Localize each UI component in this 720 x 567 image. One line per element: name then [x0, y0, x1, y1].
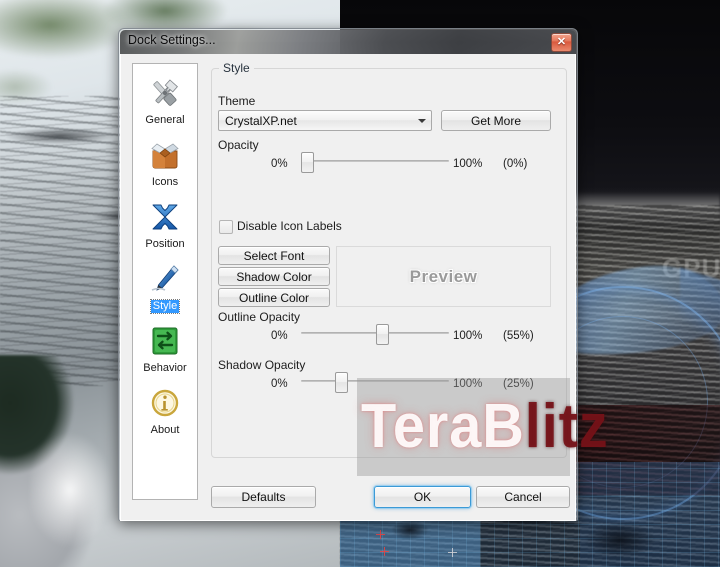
- opacity-value-label: (0%): [503, 158, 528, 170]
- ok-button[interactable]: OK: [374, 486, 471, 508]
- checkbox-box[interactable]: [219, 220, 233, 234]
- shadow-opacity-max-label: 100%: [453, 378, 483, 390]
- outline-opacity-min-label: 0%: [271, 330, 288, 342]
- opacity-max-label: 100%: [453, 158, 483, 170]
- shadow-opacity-value-label: (25%): [503, 378, 534, 390]
- get-more-label: Get More: [470, 113, 521, 128]
- map-marker-icon: [380, 547, 389, 556]
- settings-sidebar: General Icons Position Style Behavior Ab…: [132, 63, 198, 500]
- sidebar-item-behavior[interactable]: Behavior: [133, 324, 197, 376]
- style-group-title: Style: [219, 61, 254, 75]
- preview-text: Preview: [409, 266, 478, 286]
- shadow-color-label: Shadow Color: [236, 269, 312, 284]
- shadow-opacity-label: Shadow Opacity: [218, 358, 306, 372]
- font-preview-box: Preview: [336, 246, 551, 307]
- map-marker-icon: [376, 530, 385, 539]
- theme-label: Theme: [218, 94, 256, 108]
- theme-select[interactable]: CrystalXP.net: [218, 110, 432, 131]
- outline-color-label: Outline Color: [238, 290, 310, 305]
- tools-icon: [133, 76, 197, 110]
- shadow-opacity-slider-track[interactable]: [301, 380, 449, 382]
- sidebar-item-about[interactable]: About: [133, 386, 197, 438]
- opacity-slider[interactable]: [301, 150, 449, 173]
- defaults-button[interactable]: Defaults: [211, 486, 316, 508]
- sidebar-item-label: Style: [149, 299, 181, 314]
- dialog-title: Dock Settings...: [128, 33, 216, 47]
- dialog-titlebar[interactable]: Dock Settings... ✕: [120, 30, 576, 54]
- sidebar-item-position[interactable]: Position: [133, 200, 197, 252]
- opacity-min-label: 0%: [271, 158, 288, 170]
- disable-icon-labels-label: Disable Icon Labels: [237, 219, 342, 233]
- info-icon: [133, 386, 197, 420]
- select-font-button[interactable]: Select Font: [218, 246, 330, 265]
- defaults-label: Defaults: [241, 490, 286, 504]
- shadow-color-button[interactable]: Shadow Color: [218, 267, 330, 286]
- ok-label: OK: [413, 490, 432, 504]
- opacity-label: Opacity: [218, 138, 259, 152]
- move-arrows-icon: [133, 200, 197, 234]
- sidebar-item-style[interactable]: Style: [133, 262, 197, 314]
- outline-opacity-slider-thumb[interactable]: [376, 324, 389, 345]
- dock-settings-dialog: Dock Settings... ✕ General Icons Positio…: [118, 28, 578, 521]
- opacity-slider-track[interactable]: [301, 160, 449, 162]
- outline-opacity-value-label: (55%): [503, 330, 534, 342]
- chevron-down-icon: [413, 110, 431, 131]
- outline-opacity-slider-track[interactable]: [301, 332, 449, 334]
- sidebar-item-icons[interactable]: Icons: [133, 138, 197, 190]
- cancel-button[interactable]: Cancel: [476, 486, 570, 508]
- box-icon: [133, 138, 197, 172]
- outline-opacity-slider[interactable]: [301, 322, 449, 345]
- select-font-label: Select Font: [243, 248, 305, 263]
- pen-icon: [133, 262, 197, 296]
- shadow-opacity-min-label: 0%: [271, 378, 288, 390]
- outline-opacity-label: Outline Opacity: [218, 310, 301, 324]
- sidebar-item-label: General: [145, 114, 185, 126]
- map-marker-icon: [448, 548, 457, 557]
- sidebar-item-general[interactable]: General: [133, 76, 197, 128]
- shadow-opacity-slider[interactable]: [301, 370, 449, 393]
- outline-opacity-max-label: 100%: [453, 330, 483, 342]
- sidebar-item-label: Position: [145, 238, 185, 250]
- opacity-slider-thumb[interactable]: [301, 152, 314, 173]
- get-more-button[interactable]: Get More: [441, 110, 551, 131]
- sidebar-item-label: Icons: [151, 176, 179, 188]
- close-window-button[interactable]: ✕: [551, 33, 572, 52]
- shadow-opacity-slider-thumb[interactable]: [335, 372, 348, 393]
- outline-color-button[interactable]: Outline Color: [218, 288, 330, 307]
- close-icon: ✕: [556, 36, 567, 48]
- sidebar-item-label: About: [150, 424, 180, 436]
- theme-select-value: CrystalXP.net: [225, 114, 297, 128]
- dialog-body: General Icons Position Style Behavior Ab…: [120, 54, 576, 521]
- cancel-label: Cancel: [504, 490, 542, 504]
- sidebar-item-label: Behavior: [143, 362, 187, 374]
- swap-arrows-icon: [133, 324, 197, 358]
